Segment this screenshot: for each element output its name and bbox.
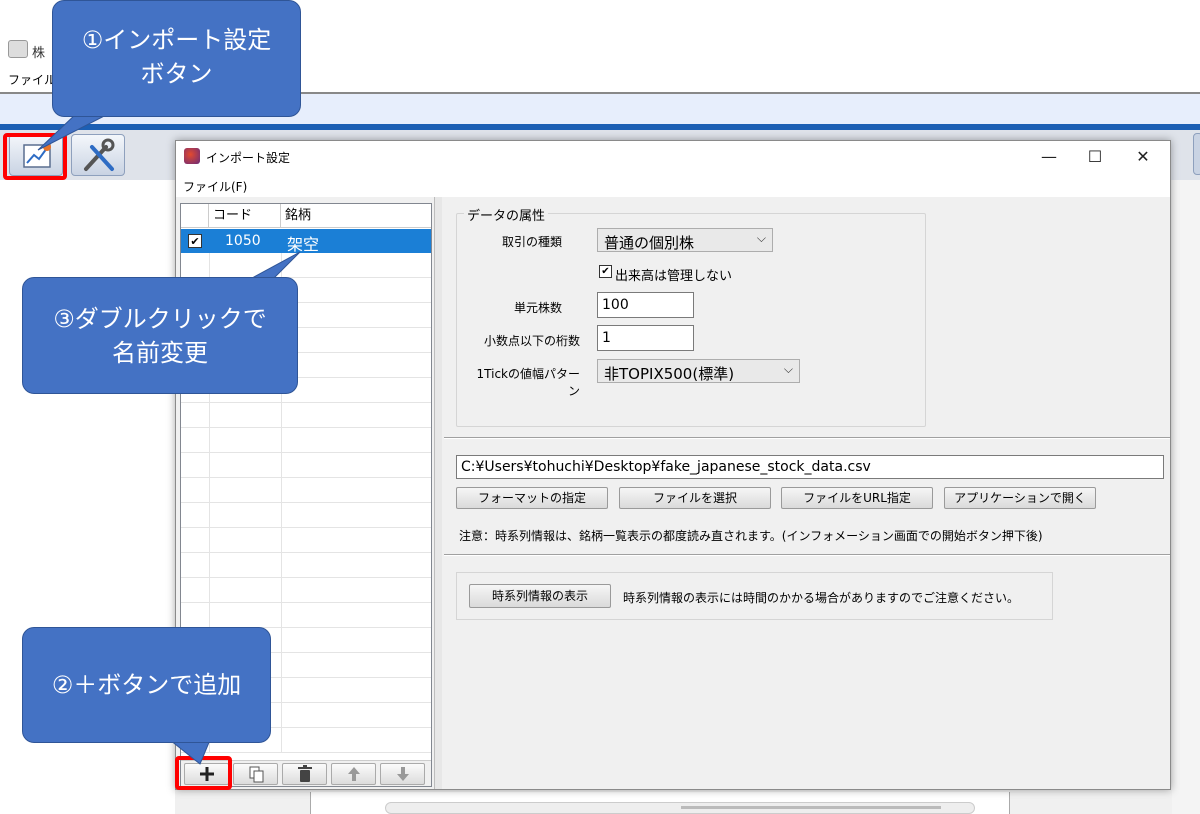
- callout-3-line2: 名前変更: [112, 339, 208, 367]
- callout-3-line1: ③ダブルクリックで: [53, 305, 267, 333]
- callout-1-line1: ①インポート設定: [81, 26, 272, 54]
- callout-1-line2: ボタン: [140, 60, 213, 88]
- callout-import-settings: ①インポート設定 ボタン: [52, 0, 301, 117]
- callout-2-text: ②＋ボタンで追加: [51, 671, 242, 699]
- callout-double-click-rename: ③ダブルクリックで 名前変更: [22, 277, 298, 394]
- callout-add-button: ②＋ボタンで追加: [22, 627, 271, 743]
